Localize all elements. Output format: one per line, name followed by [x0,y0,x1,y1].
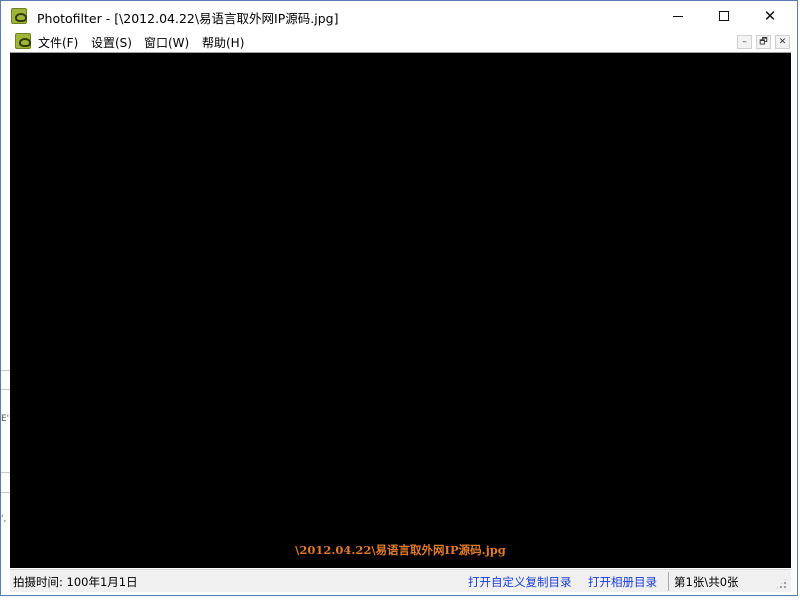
minimize-icon [673,15,683,17]
menu-file[interactable]: 文件(F) [38,34,78,51]
window-title: Photofilter - [\2012.04.22\易语言取外网IP源码.jp… [37,11,339,26]
background-window-edge: E' ', [1,52,10,569]
text-fragment: ', [1,514,7,524]
divider [668,572,669,591]
open-album-dir-link[interactable]: 打开相册目录 [588,574,657,590]
divider [1,472,10,473]
divider [1,370,10,371]
file-path-caption: \2012.04.22\易语言取外网IP源码.jpg [295,543,506,557]
maximize-button[interactable] [701,1,747,31]
app-window: Photofilter - [\2012.04.22\易语言取外网IP源码.jp… [0,0,798,596]
menu-bar: 文件(F) 设置(S) 窗口(W) 帮助(H) [1,31,797,51]
image-viewer[interactable]: \2012.04.22\易语言取外网IP源码.jpg [10,52,791,568]
image-count: 第1张\共0张 [674,575,739,589]
minimize-icon: – [742,36,747,47]
open-copy-dir-link[interactable]: 打开自定义复制目录 [468,574,572,590]
resize-grip-icon[interactable] [775,577,788,590]
close-icon: ✕ [763,6,777,25]
minimize-button[interactable] [655,1,701,31]
menu-help[interactable]: 帮助(H) [202,34,244,51]
close-icon: ✕ [778,36,787,47]
divider [1,492,10,493]
child-restore-button[interactable]: 🗗 [756,35,771,49]
status-bar: 拍摄时间: 100年1月1日 打开自定义复制目录 打开相册目录 第1张\共0张 [10,569,791,592]
document-icon[interactable] [15,33,31,49]
child-close-button[interactable]: ✕ [775,35,790,49]
menu-window[interactable]: 窗口(W) [144,34,189,51]
title-bar[interactable]: Photofilter - [\2012.04.22\易语言取外网IP源码.jp… [1,1,797,31]
menu-settings[interactable]: 设置(S) [91,34,132,51]
app-icon[interactable] [11,8,27,24]
text-fragment: E' [1,414,10,424]
shot-time-label: 拍摄时间: 100年1月1日 [13,575,138,589]
close-button[interactable]: ✕ [747,1,793,31]
maximize-icon [719,11,729,21]
child-minimize-button[interactable]: – [737,35,752,49]
restore-icon: 🗗 [759,36,768,47]
divider [1,389,10,390]
